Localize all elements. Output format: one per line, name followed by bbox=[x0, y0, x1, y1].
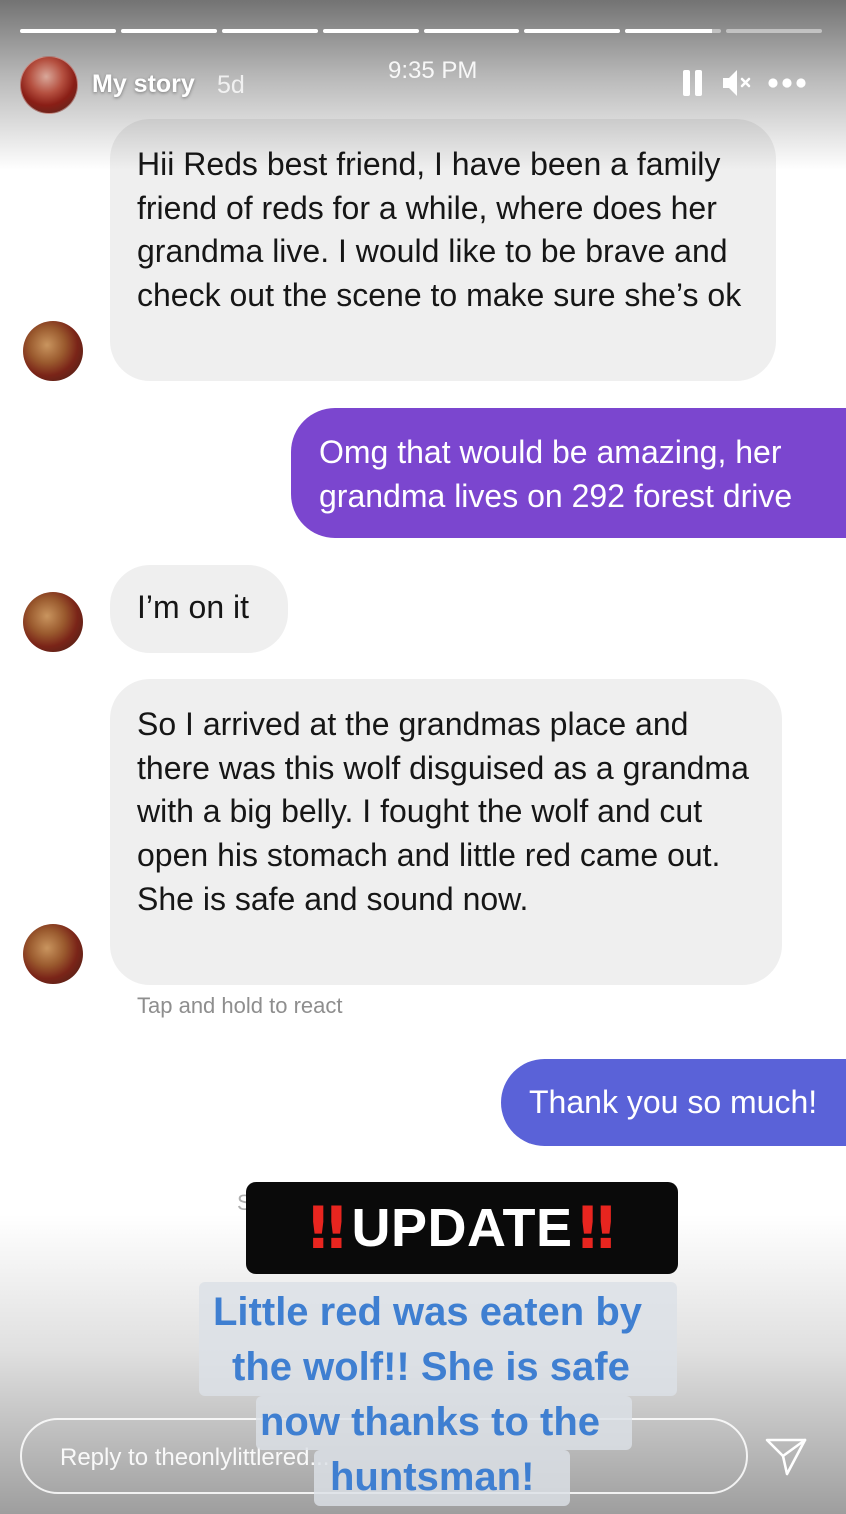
caption-line: the wolf!! She is safe bbox=[232, 1345, 630, 1389]
caption-line: now thanks to the bbox=[260, 1400, 600, 1444]
double-exclamation-icon: ‼ bbox=[309, 1194, 346, 1262]
more-options-icon[interactable] bbox=[767, 66, 807, 105]
caption-line: Little red was eaten by bbox=[213, 1290, 643, 1334]
update-label: UPDATE bbox=[351, 1198, 573, 1258]
mute-icon[interactable] bbox=[720, 66, 754, 105]
screenshot-clock: 9:35 PM bbox=[388, 57, 478, 84]
story-age: 5d bbox=[217, 71, 245, 99]
message-bubble-outgoing: Thank you so much! bbox=[501, 1059, 846, 1146]
story-header: My story 5d 9:35 PM bbox=[0, 0, 846, 130]
story-avatar[interactable] bbox=[20, 56, 78, 114]
story-owner-name[interactable]: My story bbox=[92, 70, 195, 99]
paper-plane-icon[interactable] bbox=[764, 1436, 808, 1483]
sender-avatar bbox=[23, 924, 83, 984]
pause-icon[interactable] bbox=[682, 66, 704, 105]
double-exclamation-icon: ‼ bbox=[578, 1194, 616, 1262]
caption-line: huntsman! bbox=[330, 1455, 535, 1499]
sender-avatar bbox=[23, 321, 83, 381]
update-sticker: ‼ UPDATE ‼ bbox=[246, 1182, 678, 1274]
message-line: grandma lives on 292 forest drive bbox=[319, 477, 793, 514]
react-hint: Tap and hold to react bbox=[137, 993, 343, 1018]
sender-avatar bbox=[23, 592, 83, 652]
message-bubble-incoming: I’m on it bbox=[110, 565, 288, 653]
message-bubble-outgoing: Omg that would be amazing, her grandma l… bbox=[291, 408, 846, 538]
message-line: Omg that would be amazing, her bbox=[319, 434, 782, 470]
message-bubble-incoming: So I arrived at the grandmas place and t… bbox=[110, 679, 782, 985]
